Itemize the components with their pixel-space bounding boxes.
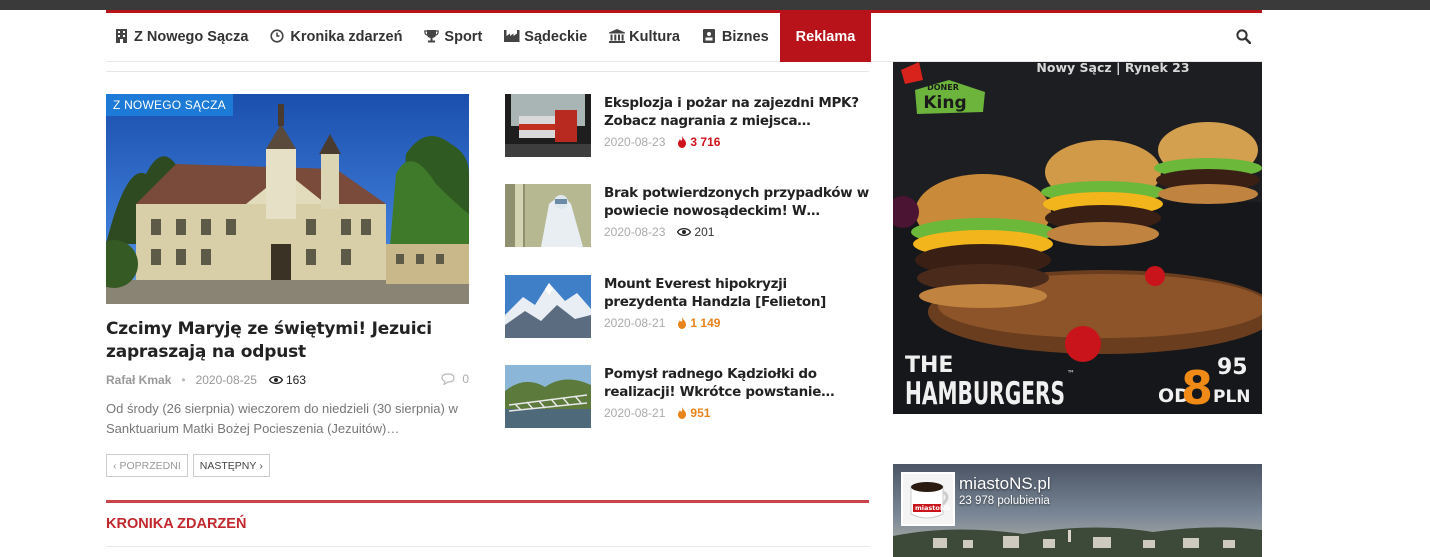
nav-item-reklama[interactable]: Reklama [779, 12, 872, 62]
post-thumbnail[interactable] [505, 94, 591, 157]
ad-headline-1: THE [905, 353, 953, 378]
post-thumbnail[interactable] [505, 184, 591, 247]
nav-item-label: Reklama [795, 29, 856, 45]
post-thumbnail[interactable] [505, 365, 591, 428]
nav-item-kronika[interactable]: Kronika zdarzeń [259, 13, 413, 62]
prev-button[interactable]: ‹ POPRZEDNI [106, 454, 188, 477]
next-button[interactable]: NASTĘPNY › [192, 454, 270, 477]
views-count: 163 [268, 373, 306, 387]
section-divider [106, 500, 869, 503]
eye-icon [268, 375, 283, 385]
next-label: NASTĘPNY [199, 459, 257, 472]
post-date: 2020-08-23 [604, 225, 666, 239]
stat-value: 3 716 [690, 135, 721, 149]
mug-text: miastoNS [915, 504, 950, 512]
eye-icon [677, 227, 692, 237]
ad-headline-2: HAMBURGERS [905, 376, 1065, 412]
featured-image[interactable] [106, 94, 469, 304]
post-meta: 2020-08-21 951 [604, 406, 710, 420]
fire-icon [678, 136, 687, 148]
meta-separator: • [181, 373, 186, 387]
nav-item-sadeckie[interactable]: Sądeckie [493, 13, 598, 62]
divider [106, 71, 869, 72]
list-item[interactable]: Pomysł radnego Kądziołki do realizacji! … [505, 365, 869, 429]
post-thumbnail[interactable] [505, 275, 591, 338]
stat-value: 951 [690, 406, 711, 420]
author-name[interactable]: Rafał Kmak [106, 373, 171, 387]
post-date: 2020-08-21 [604, 406, 666, 420]
list-item[interactable]: Mount Everest hipokryzji prezydenta Hand… [505, 275, 869, 339]
building-icon [114, 28, 128, 46]
post-title[interactable]: Brak potwierdzonych przypadków w powieci… [604, 184, 869, 220]
featured-excerpt: Od środy (26 sierpnia) wieczorem do nied… [106, 401, 458, 436]
trending-stat: 1 149 [677, 316, 720, 330]
main-nav: Z Nowego Sącza Kronika zdarzeń Sport Sąd… [106, 12, 1262, 62]
post-date: 2020-08-21 [604, 316, 666, 330]
post-title[interactable]: Mount Everest hipokryzji prezydenta Hand… [604, 275, 869, 311]
search-icon[interactable] [1236, 29, 1252, 45]
nav-item-sport[interactable]: Sport [413, 13, 493, 62]
chevron-right-icon: › [259, 459, 263, 472]
stat-value: 201 [694, 225, 715, 239]
price-dec: 95 [1217, 355, 1248, 380]
page-avatar[interactable]: miastoNS [901, 472, 955, 526]
trending-stat: 3 716 [677, 135, 720, 149]
nav-item-kultura[interactable]: Kultura [598, 13, 691, 62]
featured-title[interactable]: Czcimy Maryję ze świętymi! Jezuici zapra… [106, 318, 476, 364]
brand-bottom: King [923, 93, 966, 113]
pagination: ‹ POPRZEDNI NASTĘPNY › [106, 454, 275, 477]
category-badge[interactable]: Z NOWEGO SĄCZA [106, 94, 233, 116]
advertisement-banner[interactable]: DONER King Nowy Sącz | Rynek 23 THE HAMB… [893, 62, 1262, 414]
list-item[interactable]: Eksplozja i pożar na zajezdni MPK? Zobac… [505, 94, 869, 158]
post-meta: 2020-08-21 1 149 [604, 316, 720, 330]
nav-item-label: Sądeckie [524, 29, 588, 45]
nav-item-label: Kronika zdarzeń [290, 29, 403, 45]
price-int: 8 [1181, 361, 1213, 414]
views-value: 163 [285, 373, 306, 387]
page-likes: 23 978 polubienia [959, 495, 1050, 507]
facebook-page-box[interactable]: miastoNS miastoNS.pl 23 978 polubienia [893, 464, 1262, 557]
views-stat: 201 [677, 225, 714, 239]
browser-top-bar [0, 0, 1430, 10]
fire-icon [678, 317, 687, 329]
prev-label: POPRZEDNI [119, 459, 181, 472]
clock-icon [270, 28, 285, 46]
divider [106, 546, 869, 547]
fire-icon [678, 407, 687, 419]
stat-value: 1 149 [690, 316, 721, 330]
trophy-icon [424, 29, 440, 46]
comments-value: 0 [462, 372, 469, 386]
section-title[interactable]: KRONIKA ZDARZEŃ [106, 516, 246, 532]
ad-location: Nowy Sącz | Rynek 23 [1036, 62, 1189, 75]
ad-tm: ™ [1067, 369, 1075, 378]
nav-item-label: Kultura [629, 29, 680, 45]
page-name[interactable]: miastoNS.pl [959, 474, 1051, 494]
bank-icon [609, 28, 626, 46]
post-date: 2020-08-23 [604, 135, 666, 149]
trending-stat: 951 [677, 406, 710, 420]
post-meta: 2020-08-23 201 [604, 225, 714, 239]
post-date: 2020-08-25 [195, 373, 257, 387]
featured-meta: Rafał Kmak • 2020-08-25 163 0 [106, 372, 469, 388]
post-meta: 2020-08-23 3 716 [604, 135, 720, 149]
price-currency: PLN [1213, 387, 1251, 407]
nav-item-biznes[interactable]: Biznes [691, 13, 780, 62]
id-card-icon [702, 28, 716, 46]
factory-icon [504, 29, 520, 45]
comments-icon [441, 373, 455, 385]
nav-item-z-nowego-sacza[interactable]: Z Nowego Sącza [106, 13, 259, 62]
nav-item-label: Sport [444, 29, 483, 45]
comments-count[interactable]: 0 [441, 372, 469, 386]
chevron-left-icon: ‹ [113, 459, 117, 472]
list-item[interactable]: Brak potwierdzonych przypadków w powieci… [505, 184, 869, 248]
brand-top: DONER [927, 83, 959, 92]
post-title[interactable]: Pomysł radnego Kądziołki do realizacji! … [604, 365, 869, 401]
nav-item-label: Z Nowego Sącza [134, 29, 249, 45]
post-title[interactable]: Eksplozja i pożar na zajezdni MPK? Zobac… [604, 94, 869, 130]
nav-item-label: Biznes [721, 29, 769, 45]
